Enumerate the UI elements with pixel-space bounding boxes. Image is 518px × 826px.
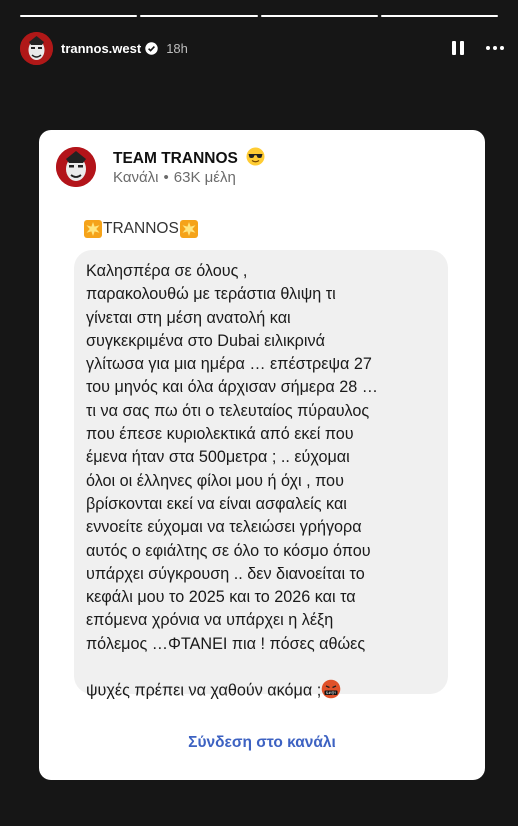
channel-type: Κανάλι xyxy=(113,169,159,186)
join-channel-link[interactable]: Σύνδεση στο κανάλι xyxy=(39,734,485,752)
sunglasses-emoji-icon xyxy=(246,147,265,171)
progress-segment xyxy=(380,15,498,17)
message-text: Καλησπέρα σε όλους , παρακολουθώ με τερά… xyxy=(86,260,442,707)
member-count: 63K μέλη xyxy=(173,169,236,186)
message-sender: TRANNOS xyxy=(83,219,199,239)
message-body: Καλησπέρα σε όλους , παρακολουθώ με τερά… xyxy=(86,262,378,700)
cursing-face-emoji-icon: $#@! xyxy=(321,656,341,707)
avatar[interactable] xyxy=(20,31,53,65)
more-options-icon[interactable] xyxy=(486,46,504,50)
svg-text:$#@!: $#@! xyxy=(326,691,336,695)
channel-avatar xyxy=(56,147,96,187)
sender-name: TRANNOS xyxy=(103,220,179,237)
username[interactable]: trannos.west xyxy=(61,41,141,56)
message-bubble: Καλησπέρα σε όλους , παρακολουθώ με τερά… xyxy=(74,250,448,699)
shared-channel-card: TEAM TRANNOS Κανάλι • 63K μέλη TRANNOS Κ… xyxy=(39,130,485,780)
channel-name: TEAM TRANNOS xyxy=(113,147,265,171)
channel-name-text: TEAM TRANNOS xyxy=(113,150,238,167)
collision-emoji-icon xyxy=(179,219,199,239)
progress-segment xyxy=(260,15,378,17)
verified-badge-icon xyxy=(145,41,158,55)
post-time: 18h xyxy=(166,40,188,56)
collision-emoji-icon xyxy=(83,219,103,239)
story-progress-bar xyxy=(20,15,498,17)
progress-segment xyxy=(20,15,138,17)
channel-meta: Κανάλι • 63K μέλη xyxy=(113,169,236,186)
progress-segment xyxy=(140,15,258,17)
pause-icon[interactable] xyxy=(452,41,464,55)
story-header: trannos.west 18h xyxy=(20,31,504,65)
